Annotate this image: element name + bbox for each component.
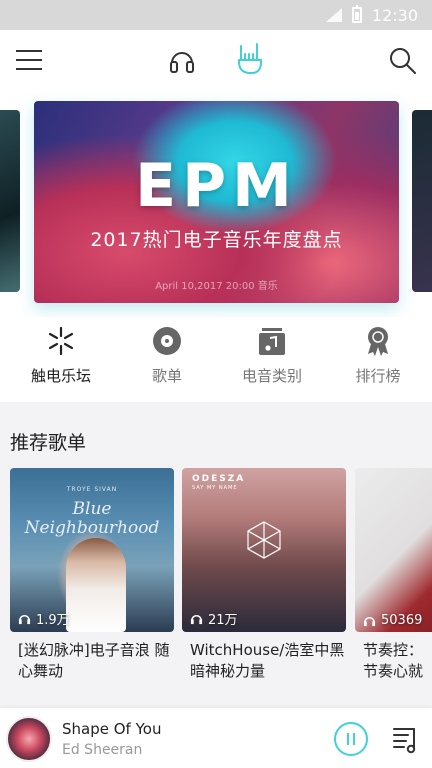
category-nav: 触电乐坛 歌单 电音类别 排行榜 [0, 317, 432, 402]
rock-hand-icon[interactable] [235, 42, 265, 76]
playlist-card[interactable]: TROYE SIVAN Blue Neighbourhood 1.9万 [迷幻脉… [10, 468, 174, 682]
category-touch-music[interactable]: 触电乐坛 [21, 325, 101, 386]
playlist-card[interactable]: ODESZA SAY MY NAME 21万 WitchHouse/浩室中黑暗神… [182, 468, 346, 682]
cover-title: Blue Neighbourhood [24, 499, 160, 538]
category-label: 触电乐坛 [30, 367, 91, 385]
playlist-name: [迷幻脉冲]电子音浪 随心舞动 [18, 641, 170, 680]
headphones-icon [18, 615, 31, 625]
banner-date: April 10,2017 20:00 音乐 [155, 281, 278, 292]
now-playing-song: Shape Of You [62, 720, 162, 738]
category-playlist[interactable]: 歌单 [127, 325, 207, 386]
playlist-name: WitchHouse/浩室中黑暗神秘力量 [190, 641, 345, 680]
cover-title: SAY MY NAME [192, 485, 238, 491]
cover-artist: TROYE SIVAN [66, 486, 118, 493]
mini-player[interactable]: Shape Of You Ed Sheeran [0, 708, 432, 768]
hexagon-logo-icon [247, 521, 281, 559]
search-icon[interactable] [388, 46, 418, 76]
now-playing-artist: Ed Sheeran [62, 742, 143, 758]
top-nav [0, 30, 432, 92]
now-playing-album-art[interactable] [6, 716, 52, 762]
category-edm-genre[interactable]: 电音类别 [232, 325, 312, 386]
headphones-icon [363, 617, 376, 627]
headphones-icon[interactable] [168, 46, 196, 74]
play-count: 1.9万 [18, 609, 70, 628]
status-bar: 12:30 [0, 0, 432, 30]
banner-title: EPM [135, 151, 298, 221]
cover-artist: ODESZA [192, 474, 246, 484]
disc-icon [153, 327, 181, 355]
banner-carousel: EPM 2017热门电子音乐年度盘点 April 10,2017 20:00 音… [0, 92, 432, 317]
category-label: 歌单 [151, 367, 182, 385]
section-title-recommended: 推荐歌单 [10, 432, 87, 454]
menu-icon[interactable] [16, 50, 42, 70]
headphones-icon [190, 615, 203, 625]
status-time: 12:30 [371, 5, 418, 25]
battery-icon [351, 5, 362, 23]
signal-icon [325, 8, 342, 22]
playlist-cover: ODESZA SAY MY NAME 21万 [182, 468, 346, 632]
banner-slide[interactable]: EPM 2017热门电子音乐年度盘点 April 10,2017 20:00 音… [34, 101, 399, 303]
category-charts[interactable]: 排行榜 [338, 325, 418, 386]
playlist-name: 节奏控：节奏心就起飞了 [363, 641, 424, 680]
playlist-queue-icon[interactable] [392, 724, 420, 754]
playlist-card[interactable]: 50369 节奏控：节奏心就起飞了 [355, 468, 432, 682]
pause-button[interactable] [334, 722, 368, 756]
category-label: 排行榜 [355, 367, 401, 385]
cover-figure [66, 538, 126, 632]
playlist-cover: 50369 [355, 468, 432, 632]
spark-icon [48, 326, 74, 356]
banner-prev-slide[interactable] [0, 110, 20, 292]
banner-subtitle: 2017热门电子音乐年度盘点 [90, 229, 343, 251]
play-count: 21万 [190, 609, 238, 628]
banner-next-slide[interactable] [412, 110, 432, 292]
playlist-cover: TROYE SIVAN Blue Neighbourhood 1.9万 [10, 468, 174, 632]
music-folder-icon [259, 328, 285, 355]
category-label: 电音类别 [241, 367, 302, 385]
award-icon [368, 327, 388, 356]
play-count: 50369 [363, 613, 422, 628]
